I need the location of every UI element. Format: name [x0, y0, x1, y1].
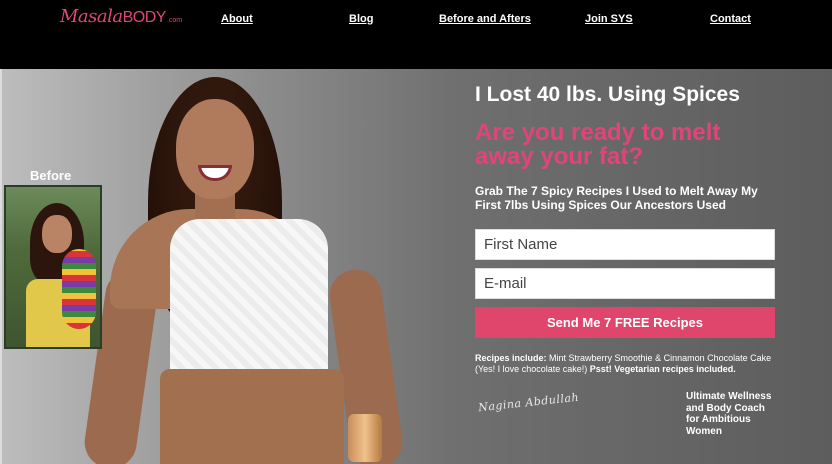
recipes-note: Recipes include: Mint Strawberry Smoothi… — [475, 353, 775, 375]
before-photo-face — [42, 215, 72, 253]
recipes-vegetarian-note: Psst! Vegetarian recipes included. — [589, 364, 736, 374]
coach-gold-cuff — [348, 414, 382, 462]
nav-link-blog[interactable]: Blog — [349, 13, 373, 25]
email-input[interactable] — [475, 268, 775, 299]
coach-tagline: Ultimate Wellness and Body Coach for Amb… — [686, 391, 772, 437]
send-recipes-button[interactable]: Send Me 7 FREE Recipes — [475, 307, 775, 338]
logo-script-text: Masala — [60, 6, 123, 27]
nav-link-join-sys[interactable]: Join SYS — [585, 13, 633, 25]
coach-face — [176, 99, 254, 199]
top-navigation-bar: Masala BODY .com About Blog Before and A… — [0, 0, 832, 69]
coach-white-top — [170, 219, 328, 377]
site-logo[interactable]: Masala BODY .com — [60, 6, 182, 32]
nav-link-before-and-afters[interactable]: Before and Afters — [439, 13, 531, 25]
before-photo-lei — [62, 249, 96, 329]
coach-midriff — [160, 369, 344, 464]
recipes-prefix: Recipes include: — [475, 353, 547, 363]
logo-caps-text: BODY — [122, 9, 167, 26]
logo-domain-text: .com — [166, 17, 183, 24]
nav-link-contact[interactable]: Contact — [710, 13, 751, 25]
before-photo — [4, 185, 102, 349]
first-name-input[interactable] — [475, 229, 775, 260]
hero-subheadline: Are you ready to melt away your fat? — [475, 119, 721, 170]
nav-link-about[interactable]: About — [221, 13, 253, 25]
before-label: Before — [30, 168, 72, 183]
hero-headline: I Lost 40 lbs. Using Spices — [475, 83, 740, 106]
optin-description: Grab The 7 Spicy Recipes I Used to Melt … — [475, 184, 758, 212]
